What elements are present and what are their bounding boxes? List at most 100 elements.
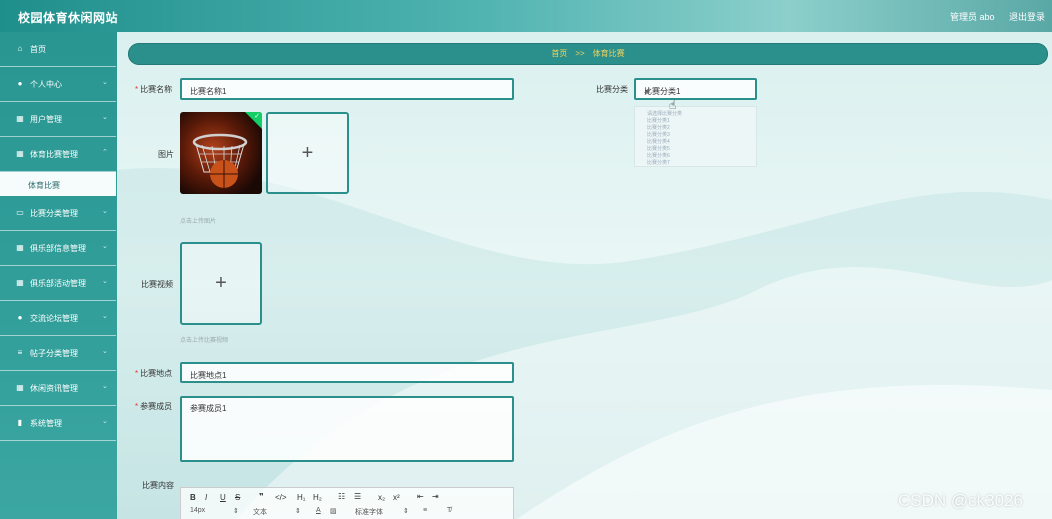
name-input[interactable]: 比赛名称1 <box>180 78 514 100</box>
dropdown-option[interactable]: 比赛分类1 <box>647 117 670 124</box>
category-select[interactable]: 比赛分类1 ◢ <box>634 78 757 100</box>
italic-button[interactable]: I <box>205 493 207 502</box>
text-type-select[interactable]: 文本 <box>253 507 267 517</box>
category-dropdown: 请选择比赛分类 比赛分类1 比赛分类2 比赛分类3 比赛分类4 比赛分类5 比赛… <box>634 106 757 167</box>
grid-icon: ▦ <box>16 278 24 287</box>
h2-button[interactable]: H₂ <box>313 493 322 502</box>
text-type-arrow-icon: ⇕ <box>295 508 301 515</box>
grid-icon: ▦ <box>16 149 24 158</box>
hand-cursor-icon: ☝ <box>669 98 677 112</box>
align-icon[interactable]: ≡ <box>423 507 427 514</box>
dropdown-option[interactable]: 比赛分类4 <box>647 138 670 145</box>
sidebar-item-label: 比赛分类管理 <box>30 209 78 218</box>
basketball-hoop-icon <box>192 133 248 188</box>
chevron-down-icon: ⌄ <box>102 383 108 390</box>
members-label: * 参赛成员 <box>135 402 173 411</box>
chevron-down-icon: ⌄ <box>102 208 108 215</box>
sidebar-item-post-category[interactable]: ≡ 帖子分类管理 ⌄ <box>0 336 116 371</box>
top-header-bar: 校园体育休闲网站 管理员 abo 退出登录 <box>0 0 1052 32</box>
video-upload-button[interactable]: + <box>180 242 262 325</box>
sidebar-item-label: 用户管理 <box>30 115 62 124</box>
image-upload-button[interactable]: + <box>266 112 349 194</box>
font-family-arrow-icon: ⇕ <box>403 508 409 515</box>
grid-icon: ▦ <box>16 114 24 123</box>
sidebar-item-label: 体育比赛管理 <box>30 150 78 159</box>
watermark: CSDN @ck3026 <box>898 491 1023 510</box>
font-color-icon[interactable]: A <box>316 507 321 514</box>
dropdown-option[interactable]: 比赛分类2 <box>647 124 670 131</box>
breadcrumb-current: 体育比赛 <box>592 49 625 58</box>
sidebar-item-label: 俱乐部活动管理 <box>30 279 86 288</box>
font-size-select[interactable]: 14px <box>190 507 205 514</box>
video-label: 比赛视频 <box>141 280 173 289</box>
h1-button[interactable]: H₁ <box>297 493 305 502</box>
sidebar-subitem-sports-match[interactable]: 体育比赛 <box>0 172 116 196</box>
superscript-button[interactable]: x² <box>393 493 400 502</box>
chevron-down-icon: ⌄ <box>102 243 108 250</box>
sidebar-item-label: 休闲资讯管理 <box>30 384 78 393</box>
location-input[interactable]: 比赛地点1 <box>180 362 514 383</box>
sidebar-item-match-category[interactable]: ▭ 比赛分类管理 ⌄ <box>0 196 116 231</box>
chevron-down-icon: ⌄ <box>102 79 108 86</box>
dropdown-option[interactable]: 比赛分类7 <box>647 159 670 166</box>
clear-format-icon[interactable]: T̸ <box>447 507 451 514</box>
category-select-value: 比赛分类1 <box>644 87 681 96</box>
dropdown-option[interactable]: 比赛分类3 <box>647 131 670 138</box>
bold-button[interactable]: B <box>190 493 196 502</box>
quote-icon[interactable]: ❞ <box>259 492 264 501</box>
user-icon: ● <box>17 79 23 88</box>
sidebar-item-label: 系统管理 <box>30 419 62 428</box>
strikethrough-button[interactable]: S <box>235 493 240 502</box>
sidebar-item-label: 帖子分类管理 <box>30 349 78 358</box>
sidebar-item-system[interactable]: ▮ 系统管理 ⌄ <box>0 406 116 441</box>
table-icon: ▦ <box>16 383 24 392</box>
sidebar-item-profile[interactable]: ● 个人中心 ⌄ <box>0 67 116 102</box>
location-input-value: 比赛地点1 <box>190 371 227 380</box>
ordered-list-icon[interactable]: ☷ <box>338 492 345 501</box>
breadcrumb-separator: >> <box>575 49 585 58</box>
sidebar-item-users[interactable]: ▦ 用户管理 ⌄ <box>0 102 116 137</box>
sidebar-item-club-info[interactable]: ▦ 俱乐部信息管理 ⌄ <box>0 231 116 266</box>
video-upload-hint: 点击上传比赛视频 <box>180 338 229 344</box>
sidebar-item-label: 首页 <box>30 45 46 54</box>
sidebar-item-club-activity[interactable]: ▦ 俱乐部活动管理 ⌄ <box>0 266 116 301</box>
category-label: 比赛分类 <box>596 85 628 94</box>
image-upload-hint: 点击上传图片 <box>180 219 217 225</box>
home-icon: ⌂ <box>17 44 23 53</box>
dropdown-option[interactable]: 比赛分类5 <box>647 145 670 152</box>
sidebar-item-news[interactable]: ▦ 休闲资讯管理 ⌄ <box>0 371 116 406</box>
outdent-icon[interactable]: ⇤ <box>417 492 424 501</box>
sidebar-item-sports-match[interactable]: ▦ 体育比赛管理 ⌃ <box>0 137 116 172</box>
sidebar-item-label: 个人中心 <box>30 80 62 89</box>
name-input-value: 比赛名称1 <box>190 87 227 96</box>
sidebar-subitem-label: 体育比赛 <box>28 181 60 190</box>
sidebar-item-home[interactable]: ⌂ 首页 <box>0 32 116 67</box>
sidebar-item-label: 俱乐部信息管理 <box>30 244 86 253</box>
monitor-icon: ▭ <box>16 208 24 217</box>
members-textarea-value: 参赛成员1 <box>190 404 227 413</box>
dropdown-option[interactable]: 比赛分类6 <box>647 152 670 159</box>
members-textarea[interactable]: 参赛成员1 <box>180 396 514 462</box>
underline-button[interactable]: U <box>220 493 226 502</box>
font-family-select[interactable]: 标准字体 <box>355 507 383 517</box>
code-icon[interactable]: </> <box>275 493 287 502</box>
plus-icon: + <box>215 272 227 294</box>
admin-label: 管理员 abo <box>950 12 995 22</box>
uploaded-image-thumbnail[interactable]: ✓ <box>180 112 262 194</box>
bullet-list-icon[interactable]: ☰ <box>354 492 361 501</box>
indent-icon[interactable]: ⇥ <box>432 492 439 501</box>
grid-icon: ▦ <box>16 243 24 252</box>
breadcrumb-home[interactable]: 首页 <box>551 49 567 58</box>
sidebar: ⌂ 首页 ● 个人中心 ⌄ ▦ 用户管理 ⌄ ▦ 体育比赛管理 ⌃ 体育比赛 ▭… <box>0 32 117 519</box>
rich-editor-toolbar: B I U S ❞ </> H₁ H₂ ☷ ☰ x₂ x² ⇤ ⇥ 14px ⇕… <box>180 487 514 519</box>
chevron-down-icon: ⌄ <box>102 278 108 285</box>
logout-button[interactable]: 退出登录 <box>1009 10 1045 23</box>
chevron-down-icon: ⌄ <box>102 313 108 320</box>
background-color-icon[interactable]: ▨ <box>330 507 337 515</box>
chevron-down-icon: ⌄ <box>102 418 108 425</box>
site-title: 校园体育休闲网站 <box>18 11 119 25</box>
dropdown-option[interactable]: 请选择比赛分类 <box>647 110 682 117</box>
subscript-button[interactable]: x₂ <box>378 493 385 502</box>
plus-icon: + <box>301 142 314 164</box>
sidebar-item-forum[interactable]: ● 交流论坛管理 ⌄ <box>0 301 116 336</box>
